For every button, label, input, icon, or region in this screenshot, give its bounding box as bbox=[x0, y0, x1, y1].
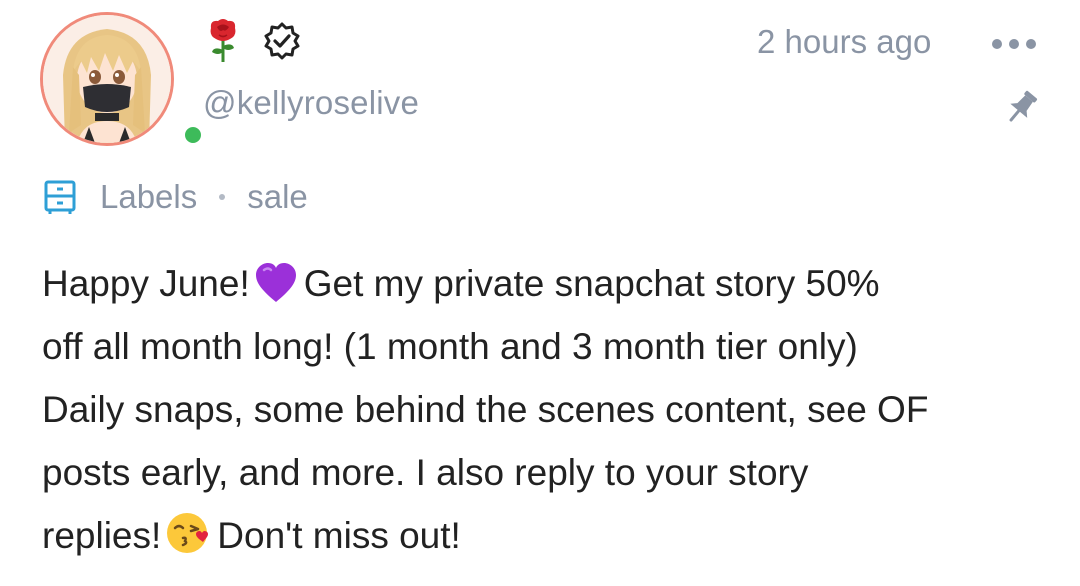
rose-icon bbox=[210, 19, 236, 62]
post-text-segment: replies! bbox=[42, 515, 162, 556]
avatar[interactable] bbox=[40, 12, 174, 146]
avatar-image bbox=[43, 15, 171, 143]
face-blowing-kiss-icon bbox=[167, 513, 209, 553]
verified-badge-icon[interactable] bbox=[262, 21, 302, 61]
labels-title: Labels bbox=[100, 178, 198, 215]
post-text-segment: Happy June! bbox=[42, 263, 250, 304]
label-separator bbox=[219, 194, 226, 200]
labels-row: Labels sale bbox=[44, 175, 308, 219]
post-card: @kellyroselive 2 hours ago Labels sale H… bbox=[0, 0, 1080, 586]
purple-heart-icon bbox=[255, 263, 296, 302]
pin-icon[interactable] bbox=[1003, 88, 1041, 126]
post-timestamp: 2 hours ago bbox=[757, 23, 932, 60]
author-badges bbox=[206, 18, 302, 64]
post-body-line: Happy June! Get my private snapchat stor… bbox=[42, 252, 1052, 315]
post-body-line: Daily snaps, some behind the scenes cont… bbox=[42, 389, 929, 430]
online-status-indicator bbox=[181, 123, 205, 147]
drawer-icon bbox=[44, 180, 76, 214]
post-body-line: off all month long! (1 month and 3 month… bbox=[42, 326, 858, 367]
post-body: Happy June! Get my private snapchat stor… bbox=[42, 252, 1052, 567]
post-text-segment: Don't miss out! bbox=[217, 515, 461, 556]
post-body-line: posts early, and more. I also reply to y… bbox=[42, 452, 809, 493]
more-dots-icon[interactable] bbox=[990, 34, 1038, 54]
label-tag-sale[interactable]: sale bbox=[247, 178, 308, 216]
post-text-segment: Get my private snapchat story 50% bbox=[303, 263, 880, 304]
avatar-container[interactable] bbox=[40, 12, 205, 152]
author-handle[interactable]: @kellyroselive bbox=[203, 84, 419, 122]
post-body-line: replies! Don't miss out! bbox=[42, 504, 1052, 567]
